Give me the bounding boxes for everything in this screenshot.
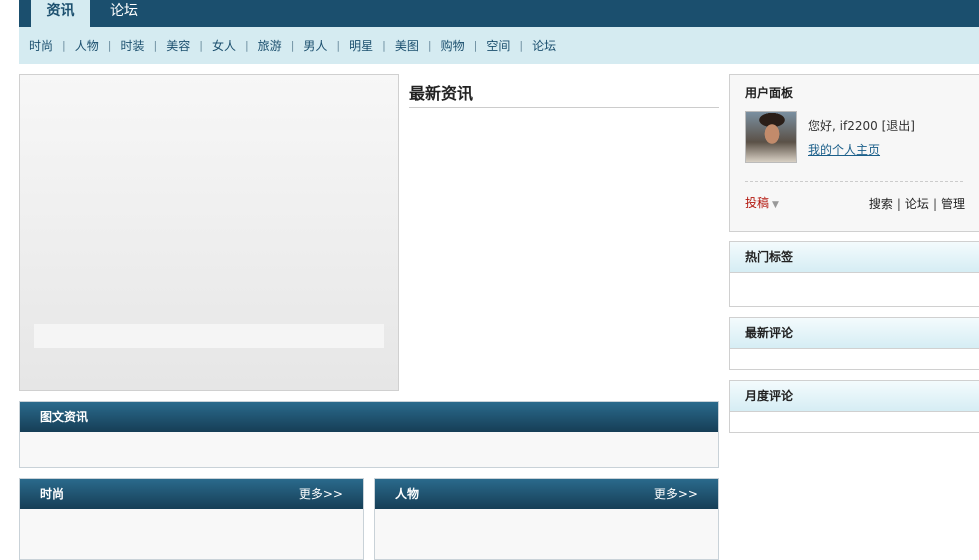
sub-navigation-list: 时尚 | 人物 | 时装 | 美容 | 女人 | 旅游 | 男人 | 明星 | 美图 | 购物 | 空间 | 论坛 [19, 27, 979, 64]
subnav-link-2[interactable]: 时装 [120, 37, 144, 54]
subnav-link-5[interactable]: 旅游 [258, 37, 282, 54]
forum-link[interactable]: 论坛 [905, 197, 929, 211]
separator: | [896, 197, 901, 211]
hot-tags-title: 热门标签 [730, 242, 979, 273]
chevron-down-icon: ▼ [772, 200, 779, 210]
latest-news-title: 最新资讯 [409, 74, 719, 108]
fashion-title: 时尚 [40, 487, 65, 501]
separator: | [382, 39, 386, 52]
user-tools: 搜索 | 论坛 | 管理 [869, 195, 965, 212]
people-box: 人物 更多>> [374, 478, 719, 560]
subnav-link-9[interactable]: 购物 [441, 37, 465, 54]
subnav-item: 时尚 | [29, 37, 75, 54]
subnav-item: 美容 | [166, 37, 212, 54]
subnav-item: 美图 | [395, 37, 441, 54]
tab-forum[interactable]: 论坛 [98, 0, 150, 27]
separator: | [290, 39, 295, 52]
separator: | [62, 39, 66, 52]
latest-comments-title: 最新评论 [730, 318, 979, 349]
subnav-item: 时装 | [120, 37, 166, 54]
subnav-link-4[interactable]: 女人 [212, 37, 236, 54]
photo-news-title: 图文资讯 [40, 410, 89, 424]
subnav-link-8[interactable]: 美图 [395, 37, 419, 54]
top-navigation-bar: 资讯 论坛 [19, 0, 979, 27]
subnav-link-6[interactable]: 男人 [303, 37, 327, 54]
divider [745, 181, 963, 182]
submit-dropdown[interactable]: 投稿 ▼ [745, 194, 779, 211]
logout-link[interactable]: [退出] [882, 119, 915, 133]
people-more-link[interactable]: 更多>> [654, 479, 698, 509]
search-link[interactable]: 搜索 [869, 197, 893, 211]
separator: | [244, 39, 249, 52]
manage-link[interactable]: 管理 [941, 197, 965, 211]
monthly-comments-box: 月度评论 [729, 380, 979, 433]
sub-navigation: 时尚 | 人物 | 时装 | 美容 | 女人 | 旅游 | 男人 | 明星 | 美图 | 购物 | 空间 | 论坛 [19, 27, 979, 64]
separator: | [427, 39, 432, 52]
subnav-item: 空间 | [486, 37, 532, 54]
photo-news-header: 图文资讯 [20, 402, 718, 432]
subnav-link-10[interactable]: 空间 [486, 37, 510, 54]
monthly-comments-title: 月度评论 [730, 381, 979, 412]
user-greeting: 您好, if2200 [退出] [808, 117, 915, 134]
user-panel-title: 用户面板 [745, 86, 794, 100]
people-title: 人物 [395, 487, 420, 501]
avatar[interactable] [745, 111, 797, 163]
subnav-link-3[interactable]: 美容 [166, 37, 190, 54]
subnav-item: 旅游 | [258, 37, 304, 54]
subnav-link-1[interactable]: 人物 [75, 37, 99, 54]
separator: | [107, 39, 112, 52]
fashion-more-link[interactable]: 更多>> [299, 479, 343, 509]
latest-news-section: 最新资讯 [409, 74, 719, 108]
fashion-box: 时尚 更多>> [19, 478, 364, 560]
subnav-link-0[interactable]: 时尚 [29, 37, 53, 54]
subnav-link-7[interactable]: 明星 [349, 37, 373, 54]
separator: | [473, 39, 478, 52]
separator: | [153, 39, 158, 52]
subnav-item: 男人 | [303, 37, 349, 54]
separator: | [932, 197, 937, 211]
separator: | [519, 39, 524, 52]
separator: | [199, 39, 203, 52]
tab-news[interactable]: 资讯 [31, 0, 90, 27]
slideshow-caption-bar [34, 324, 384, 348]
latest-comments-box: 最新评论 [729, 317, 979, 370]
subnav-item: 购物 | [441, 37, 487, 54]
hot-tags-box: 热门标签 [729, 241, 979, 307]
fashion-header: 时尚 更多>> [20, 479, 363, 509]
personal-home-link[interactable]: 我的个人主页 [808, 141, 880, 158]
photo-news-box: 图文资讯 [19, 401, 719, 468]
user-panel: 用户面板 您好, if2200 [退出] 我的个人主页 投稿 ▼ 搜索 | 论坛 | 管理 [729, 74, 979, 232]
submit-label: 投稿 [745, 196, 770, 210]
subnav-item: 人物 | [75, 37, 121, 54]
separator: | [336, 39, 341, 52]
subnav-link-11[interactable]: 论坛 [532, 37, 556, 54]
subnav-item: 女人 | [212, 37, 258, 54]
people-header: 人物 更多>> [375, 479, 718, 509]
subnav-item: 论坛 [532, 37, 556, 54]
subnav-item: 明星 | [349, 37, 395, 54]
featured-slideshow[interactable] [19, 74, 399, 391]
greeting-text: 您好, if2200 [808, 119, 878, 133]
